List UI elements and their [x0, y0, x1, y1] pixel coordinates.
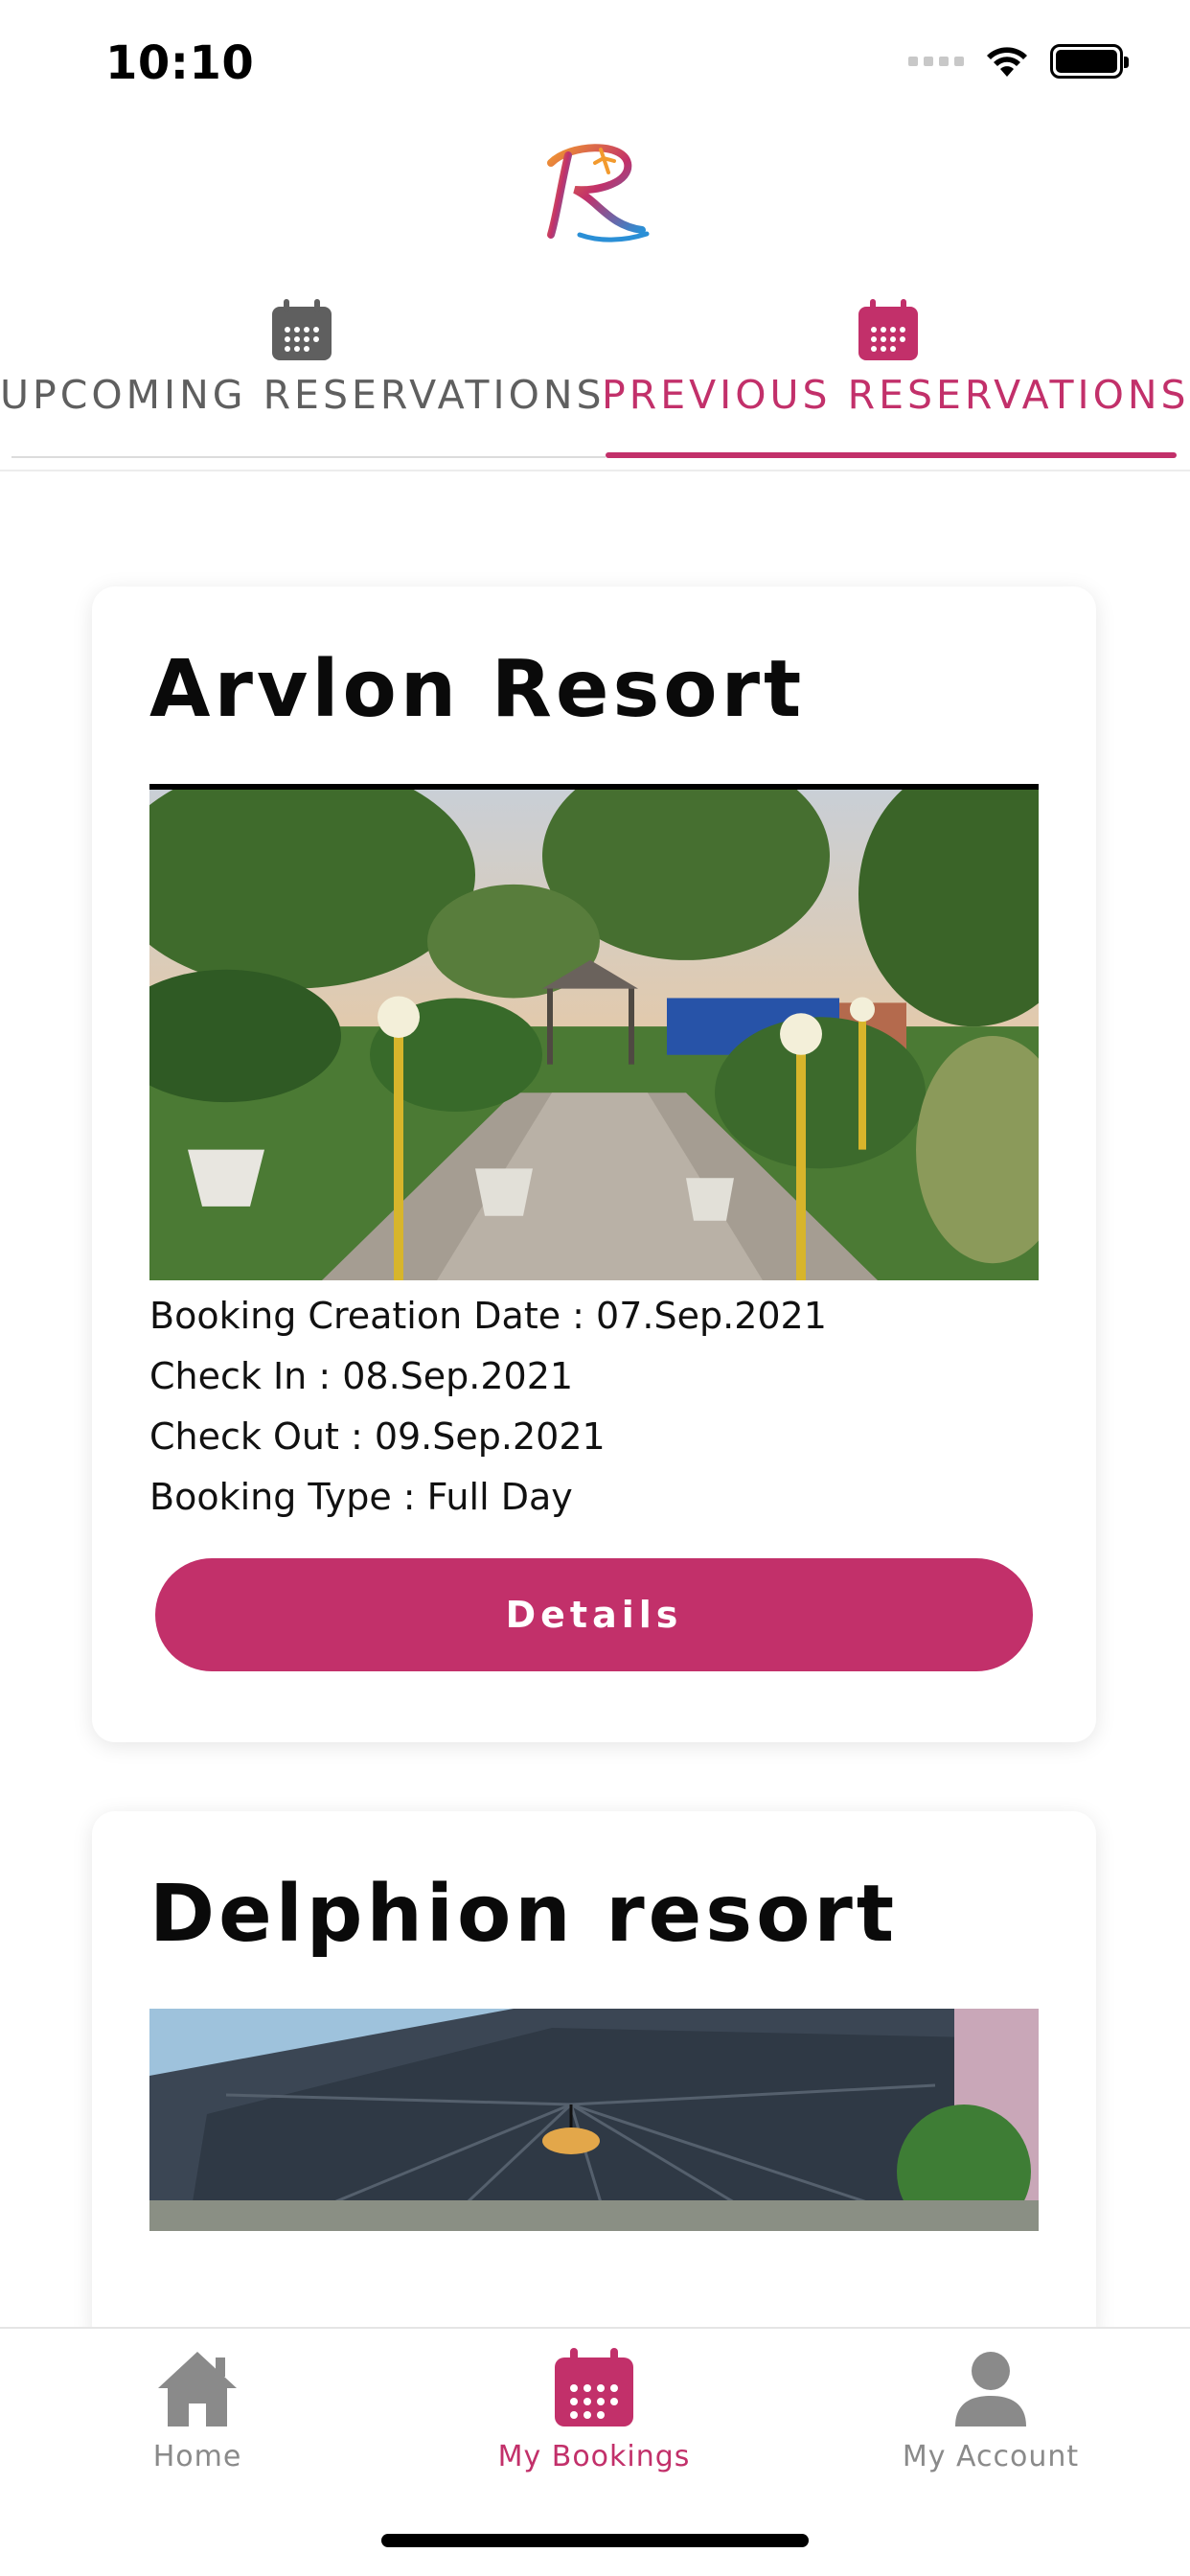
reservation-card: Delphion resort	[92, 1811, 1096, 2348]
nav-my-account-label: My Account	[902, 2440, 1080, 2473]
home-indicator	[381, 2534, 809, 2547]
tab-upcoming-label: UPCOMING RESERVATIONS	[0, 372, 604, 418]
booking-creation-date: Booking Creation Date : 07.Sep.2021	[149, 1295, 827, 1337]
status-bar: 10:10	[0, 0, 1190, 129]
check-out-date: Check Out : 09.Sep.2021	[149, 1415, 606, 1458]
battery-icon	[1050, 44, 1129, 79]
active-tab-indicator	[606, 452, 1177, 458]
resort-logo	[547, 144, 650, 242]
reservation-tabs: UPCOMING RESERVATIONS PREVIOUS RESERVATI…	[0, 288, 1190, 470]
tabs-divider	[11, 456, 606, 458]
calendar-icon	[555, 2348, 633, 2426]
resort-photo	[149, 2009, 1039, 2231]
nav-my-account[interactable]: My Account	[847, 2348, 1134, 2473]
check-in-date: Check In : 08.Sep.2021	[149, 1355, 574, 1397]
resort-photo	[149, 784, 1039, 1280]
status-time: 10:10	[105, 36, 255, 90]
resort-title: Arvlon Resort	[149, 644, 806, 735]
status-indicators	[908, 44, 1129, 79]
nav-home[interactable]: Home	[54, 2348, 341, 2473]
wifi-icon	[987, 47, 1027, 77]
reservation-card: Arvlon Resort Booking Creation Date: 07…	[92, 586, 1096, 1742]
nav-my-bookings[interactable]: My Bookings	[450, 2348, 738, 2473]
booking-info: Booking Creation Date : 07.Sep.2021 Chec…	[149, 1286, 827, 1528]
tab-upcoming-reservations[interactable]: UPCOMING RESERVATIONS	[0, 288, 604, 470]
nav-home-label: Home	[152, 2440, 242, 2473]
details-button[interactable]: Details	[155, 1558, 1033, 1671]
user-icon	[955, 2352, 1026, 2426]
booking-type: Booking Type : Full Day	[149, 1476, 573, 1518]
tab-previous-label: PREVIOUS RESERVATIONS	[602, 372, 1190, 418]
header-divider	[0, 470, 1190, 472]
tab-previous-reservations[interactable]: PREVIOUS RESERVATIONS	[586, 288, 1190, 470]
calendar-icon	[272, 299, 332, 360]
cellular-signal-icon	[908, 57, 964, 66]
nav-my-bookings-label: My Bookings	[497, 2440, 691, 2473]
calendar-icon	[858, 299, 918, 360]
home-icon	[158, 2352, 237, 2426]
resort-title: Delphion resort	[149, 1869, 899, 1960]
